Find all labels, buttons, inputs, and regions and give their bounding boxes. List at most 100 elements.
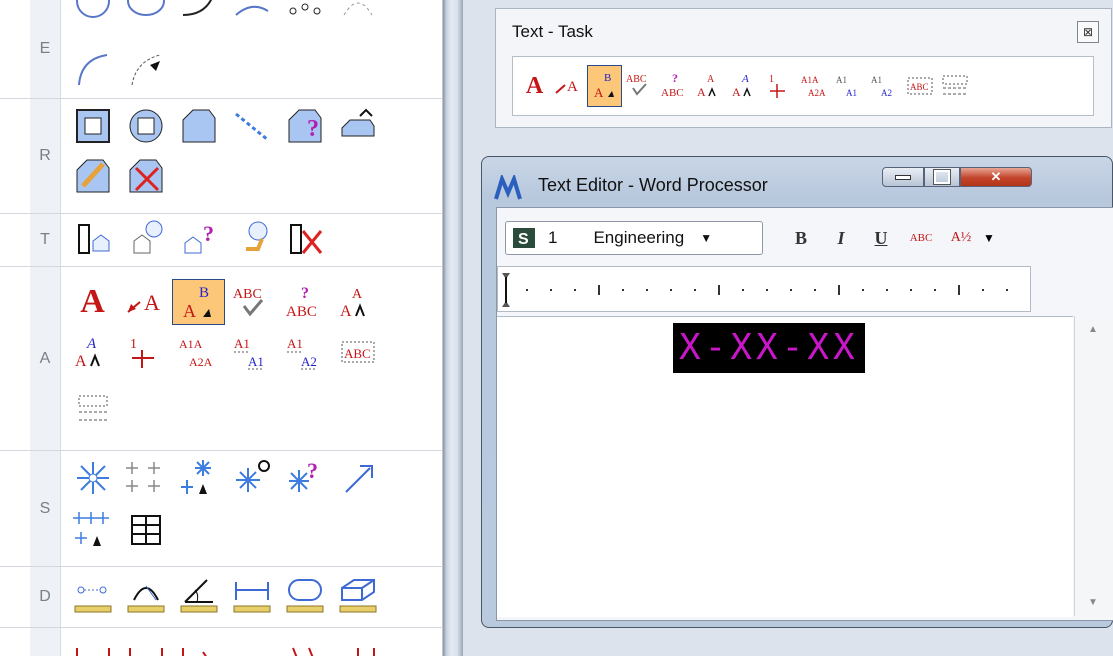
- close-button[interactable]: ✕: [960, 167, 1032, 187]
- scroll-up-icon[interactable]: ▲: [1088, 324, 1098, 335]
- delete-tag-icon[interactable]: [278, 216, 331, 262]
- increment-enter-data-field-icon[interactable]: A1 A2: [278, 329, 331, 375]
- spell-check-button[interactable]: ABC: [901, 232, 941, 244]
- edit-pattern-icon[interactable]: [66, 153, 119, 199]
- crosshatch-area-icon[interactable]: [119, 103, 172, 149]
- close-icon[interactable]: ⊠: [1077, 21, 1099, 43]
- text-node-icon[interactable]: 1: [119, 329, 172, 375]
- place-text-icon[interactable]: A: [66, 279, 119, 325]
- hatch-area-icon[interactable]: [66, 103, 119, 149]
- measure-length-icon[interactable]: [225, 573, 278, 619]
- measure-volume-icon[interactable]: [331, 573, 384, 619]
- section-t: T ?: [0, 214, 442, 267]
- define-cell-origin-icon[interactable]: [225, 455, 278, 501]
- show-pattern-attributes-icon[interactable]: ?: [278, 103, 331, 149]
- display-text-attributes-icon[interactable]: AA: [66, 329, 119, 375]
- auto-fill-enter-data-fields-icon[interactable]: [66, 385, 119, 431]
- copy-enter-data-field-icon[interactable]: A1 A1: [832, 65, 867, 107]
- dimension-element-icon[interactable]: [278, 632, 331, 656]
- edit-text-icon[interactable]: BA: [172, 279, 225, 325]
- measure-distance-icon[interactable]: [66, 573, 119, 619]
- display-text-attributes-icon[interactable]: AA: [727, 65, 762, 107]
- circle-icon[interactable]: [66, 0, 119, 24]
- spell-checker-icon[interactable]: ABC: [225, 279, 278, 325]
- maximize-button[interactable]: [924, 167, 960, 187]
- place-note-icon[interactable]: A: [119, 279, 172, 325]
- fill-enter-data-field-icon[interactable]: ABC: [902, 65, 937, 107]
- edit-text-icon[interactable]: BA: [587, 65, 622, 107]
- copy-enter-data-field-icon[interactable]: A1 A1: [225, 329, 278, 375]
- svg-text:A1: A1: [248, 354, 264, 369]
- find-replace-text-icon[interactable]: ? ABC: [657, 65, 692, 107]
- tool-row: [66, 385, 119, 431]
- scroll-down-icon[interactable]: ▼: [1088, 597, 1098, 608]
- tool-row: [66, 153, 172, 199]
- style-name: Engineering: [593, 228, 685, 247]
- document-text[interactable]: X-XX-XX: [673, 323, 865, 373]
- pane-splitter[interactable]: [443, 0, 463, 656]
- dimension-size-stroke-icon[interactable]: [119, 632, 172, 656]
- change-text-attributes-icon[interactable]: AA: [331, 279, 384, 325]
- increment-enter-data-field-icon[interactable]: A1 A2: [867, 65, 902, 107]
- replace-cells-icon[interactable]: [331, 455, 384, 501]
- tool-row: ?: [66, 216, 331, 262]
- dimension-ordinate-icon[interactable]: [225, 632, 278, 656]
- spell-checker-icon[interactable]: ABC: [622, 65, 657, 107]
- fillet-icon[interactable]: [119, 46, 172, 92]
- arc-tangent-icon[interactable]: [66, 46, 119, 92]
- find-replace-text-icon[interactable]: ? ABC: [278, 279, 331, 325]
- review-tags-icon[interactable]: ?: [172, 216, 225, 262]
- fill-enter-data-field-icon[interactable]: ABC: [331, 329, 384, 375]
- sweep-icon[interactable]: [331, 0, 384, 24]
- section-e: E: [0, 0, 442, 99]
- place-cell-icon[interactable]: [66, 455, 119, 501]
- document-area[interactable]: X-XX-XX: [497, 316, 1073, 617]
- arc-icon[interactable]: [172, 0, 225, 24]
- svg-text:A2A: A2A: [808, 88, 826, 98]
- place-cell-matrix-icon[interactable]: [66, 507, 119, 553]
- change-text-attributes-icon[interactable]: AA: [692, 65, 727, 107]
- svg-text:ABC: ABC: [344, 346, 371, 361]
- measure-radius-icon[interactable]: [119, 573, 172, 619]
- dimension-size-arrow-icon[interactable]: [66, 632, 119, 656]
- delete-pattern-icon[interactable]: [119, 153, 172, 199]
- place-text-icon[interactable]: A: [517, 65, 552, 107]
- underline-button[interactable]: U: [861, 228, 901, 249]
- svg-text:?: ?: [307, 116, 319, 142]
- svg-text:B: B: [199, 285, 209, 301]
- auto-fill-enter-data-fields-icon[interactable]: [937, 65, 972, 107]
- match-pattern-attributes-icon[interactable]: [331, 103, 384, 149]
- identify-cell-icon[interactable]: ?: [278, 455, 331, 501]
- chevron-down-icon[interactable]: ▼: [983, 231, 995, 245]
- ellipse-icon[interactable]: [119, 0, 172, 24]
- edit-tags-icon[interactable]: [119, 216, 172, 262]
- measure-area-icon[interactable]: [278, 573, 331, 619]
- window-title: Text Editor - Word Processor: [538, 175, 768, 195]
- copy-increment-text-icon[interactable]: A1A A2A: [797, 65, 832, 107]
- ruler[interactable]: [497, 266, 1031, 312]
- select-place-cell-icon[interactable]: [172, 455, 225, 501]
- place-active-cell-matrix-icon[interactable]: [119, 455, 172, 501]
- text-tools-strip: A A BA ABC ? ABC AA AA 1 A1A A2A A1 A1 A1 A2…: [512, 56, 1094, 116]
- text-node-icon[interactable]: 1: [762, 65, 797, 107]
- points-icon[interactable]: [278, 0, 331, 24]
- bold-button[interactable]: B: [781, 228, 821, 249]
- svg-text:A: A: [707, 74, 715, 85]
- vertical-scrollbar[interactable]: ▲ ▼: [1074, 316, 1113, 616]
- dimension-linear-icon[interactable]: [331, 632, 384, 656]
- text-style-dropdown[interactable]: S 1 Engineering ▼: [505, 221, 763, 255]
- cell-selector-icon[interactable]: [119, 507, 172, 553]
- place-note-icon[interactable]: A: [552, 65, 587, 107]
- pattern-area-icon[interactable]: [172, 103, 225, 149]
- change-tags-icon[interactable]: [225, 216, 278, 262]
- formatting-toolbar: S 1 Engineering ▼ B I U ABC A½ ▼: [505, 216, 1113, 260]
- copy-increment-text-icon[interactable]: A1A A2A: [172, 329, 225, 375]
- italic-button[interactable]: I: [821, 228, 861, 249]
- curve-icon[interactable]: [225, 0, 278, 24]
- stacked-fraction-button[interactable]: A½: [941, 230, 981, 246]
- minimize-button[interactable]: [882, 167, 924, 187]
- dimension-location-icon[interactable]: [172, 632, 225, 656]
- place-tag-icon[interactable]: [66, 216, 119, 262]
- linear-pattern-icon[interactable]: [225, 103, 278, 149]
- measure-angle-icon[interactable]: [172, 573, 225, 619]
